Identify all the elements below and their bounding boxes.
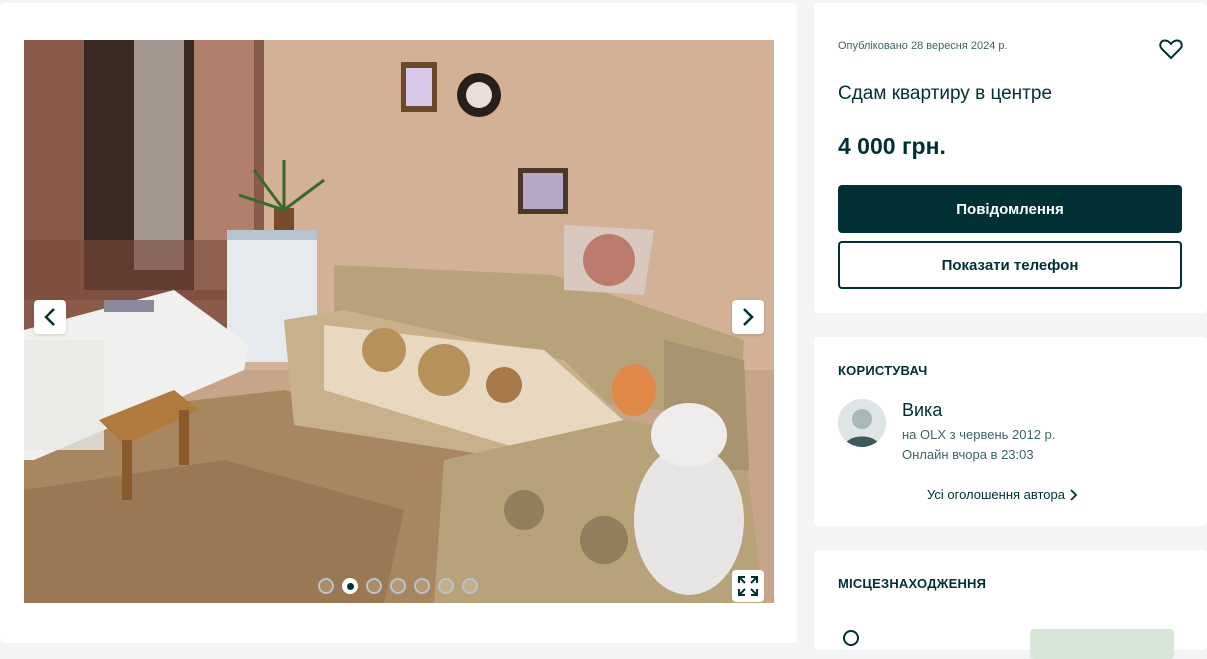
favorite-button[interactable] <box>1158 36 1184 62</box>
photo-dot[interactable] <box>366 578 382 594</box>
chevron-right-icon <box>743 308 754 326</box>
photo-illustration <box>24 40 774 603</box>
listing-info-card: Опубліковано 28 вересня 2024 р. Сдам ква… <box>814 3 1207 313</box>
user-online-status: Онлайн вчора в 23:03 <box>902 447 1034 462</box>
photo-dot[interactable] <box>390 578 406 594</box>
user-section-title: КОРИСТУВАЧ <box>838 363 928 378</box>
location-pin-icon <box>843 630 859 646</box>
user-card: КОРИСТУВАЧ Вика на OLX з червень 2012 р.… <box>814 337 1207 526</box>
chevron-right-small-icon <box>1070 488 1078 501</box>
all-ads-label: Усі оголошення автора <box>927 487 1065 502</box>
photo-pagination <box>318 578 478 594</box>
message-button[interactable]: Повідомлення <box>838 185 1182 233</box>
avatar[interactable] <box>838 399 886 447</box>
posted-date: Опубліковано 28 вересня 2024 р. <box>838 40 1008 52</box>
photo-dot[interactable] <box>462 578 478 594</box>
fullscreen-icon <box>738 576 758 596</box>
heart-icon <box>1159 39 1183 60</box>
user-since: на OLX з червень 2012 р. <box>902 427 1056 442</box>
user-name[interactable]: Вика <box>902 400 942 421</box>
listing-photo[interactable] <box>24 40 774 603</box>
chevron-left-icon <box>44 308 55 326</box>
listing-title: Сдам квартиру в центре <box>838 83 1053 104</box>
prev-photo-button[interactable] <box>34 300 66 334</box>
show-phone-button[interactable]: Показати телефон <box>838 241 1182 289</box>
photo-dot[interactable] <box>414 578 430 594</box>
next-photo-button[interactable] <box>732 300 764 334</box>
gallery-card <box>0 3 797 643</box>
user-avatar-icon <box>838 399 886 447</box>
photo-dot-active[interactable] <box>342 578 358 594</box>
photo-dot[interactable] <box>438 578 454 594</box>
fullscreen-button[interactable] <box>732 570 764 602</box>
listing-price: 4 000 грн. <box>838 133 946 159</box>
photo-dot[interactable] <box>318 578 334 594</box>
location-section-title: МІСЦЕЗНАХОДЖЕННЯ <box>838 576 987 591</box>
location-card: МІСЦЕЗНАХОДЖЕННЯ <box>814 550 1207 659</box>
all-author-ads-link[interactable]: Усі оголошення автора <box>927 487 1079 502</box>
